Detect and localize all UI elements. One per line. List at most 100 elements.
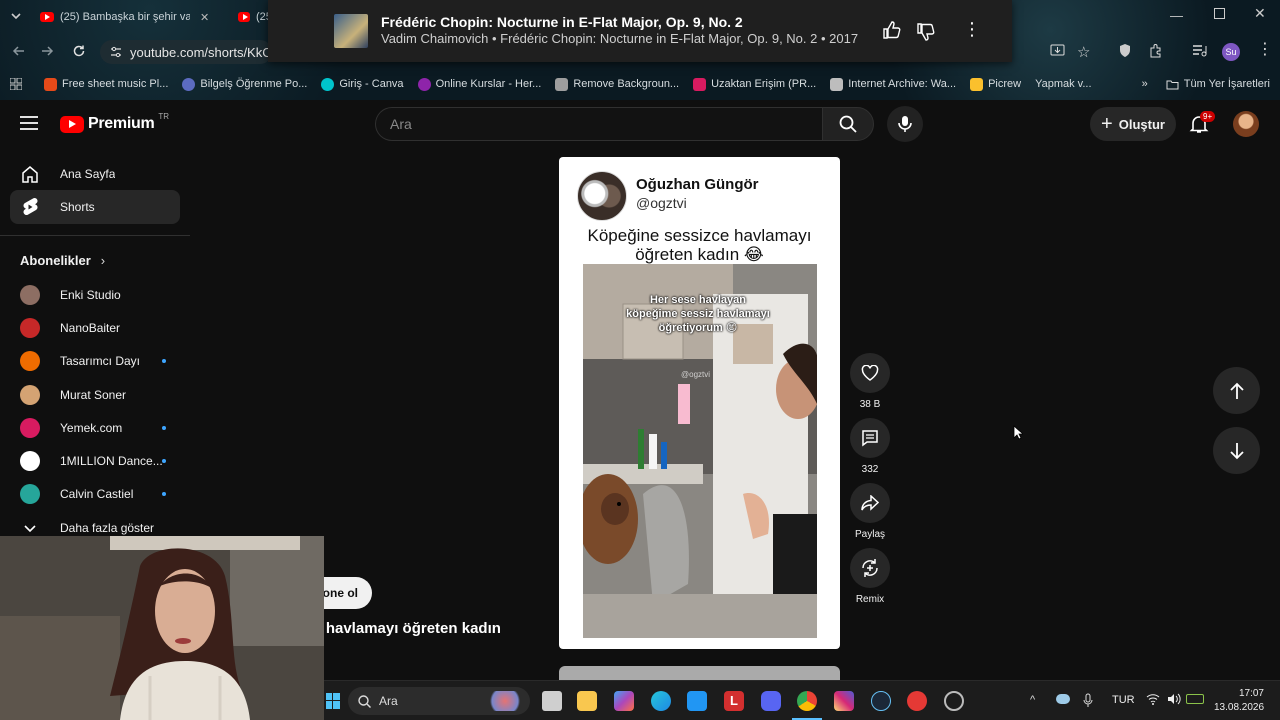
sidebar-item-shorts[interactable]: Shorts [10, 190, 180, 224]
site-info-icon[interactable] [110, 46, 122, 58]
windows-start-icon[interactable] [326, 693, 340, 709]
previous-short-button[interactable] [1213, 367, 1260, 414]
chevron-right-icon: › [100, 253, 106, 268]
microphone-icon[interactable] [1083, 693, 1093, 708]
discord-icon[interactable] [761, 691, 781, 711]
file-explorer-icon[interactable] [577, 691, 597, 711]
address-bar[interactable]: youtube.com/shorts/KkCk [100, 40, 272, 64]
microphone-icon [898, 116, 912, 132]
sidebar-item-home[interactable]: Ana Sayfa [10, 157, 180, 191]
sidebar-item-channel[interactable]: Murat Soner [10, 378, 180, 412]
sidebar-item-label: Yemek.com [60, 421, 123, 435]
browser-menu-icon[interactable]: ⋮ [1257, 42, 1273, 58]
hamburger-menu-icon[interactable] [20, 116, 38, 130]
tab-list-chevron-icon[interactable] [10, 10, 22, 22]
sidebar-item-label: 1MILLION Dance... [60, 454, 163, 468]
sidebar-item-channel[interactable]: Calvin Castiel [10, 477, 180, 511]
bookmark-star-icon[interactable]: ☆ [1077, 43, 1090, 61]
language-indicator[interactable]: TUR [1112, 694, 1135, 706]
show-more-label: Daha fazla göster [60, 521, 155, 535]
bookmark-item[interactable]: Picrew [970, 77, 1022, 91]
thumbs-up-icon[interactable] [882, 20, 902, 40]
bookmark-item[interactable]: Remove Backgroun... [555, 77, 679, 91]
remix-label: Remix [855, 594, 885, 605]
comments-button[interactable]: 332 [850, 418, 890, 475]
bookmark-item[interactable]: Online Kurslar - Her... [417, 77, 541, 91]
like-button[interactable]: 38 B [850, 353, 890, 410]
instagram-icon[interactable] [834, 691, 854, 711]
next-short-button[interactable] [1213, 427, 1260, 474]
steam-icon[interactable] [871, 691, 891, 711]
back-icon[interactable] [12, 44, 26, 58]
url-text: youtube.com/shorts/KkCk [130, 44, 272, 60]
bookmark-item[interactable]: Uzaktan Erişim (PR... [693, 77, 816, 91]
voice-search-button[interactable] [887, 106, 923, 142]
heart-icon [861, 365, 879, 381]
taskbar-search-input[interactable]: Ara [348, 687, 530, 715]
sidebar-item-channel[interactable]: Yemek.com [10, 411, 180, 445]
bookmark-item[interactable]: Yapmak v... [1035, 78, 1091, 90]
account-avatar[interactable] [1233, 111, 1259, 137]
webcam-overlay [0, 536, 324, 720]
apps-grid-icon[interactable] [10, 78, 22, 90]
bookmark-favicon-icon [693, 77, 707, 91]
battery-icon[interactable] [1186, 694, 1204, 704]
more-options-icon[interactable]: ⋮ [963, 19, 981, 40]
browser-tab[interactable]: (25) Bambaşka bir şehir vaar... ✕ [40, 6, 220, 28]
sidebar-item-channel[interactable]: Tasarımcı Dayı [10, 344, 180, 378]
youtube-logo[interactable]: Premium TR [60, 112, 169, 133]
app-l-icon[interactable]: L [724, 691, 744, 711]
remix-button[interactable]: Remix [850, 548, 890, 605]
media-controls-icon[interactable] [1192, 44, 1208, 58]
close-tab-icon[interactable]: ✕ [200, 11, 209, 24]
wifi-icon[interactable] [1146, 693, 1160, 705]
microsoft-store-icon[interactable] [687, 691, 707, 711]
comment-count: 332 [861, 464, 879, 475]
shield-extension-icon[interactable] [1118, 43, 1132, 58]
bookmark-label: Internet Archive: Wa... [848, 78, 957, 90]
all-bookmarks-folder[interactable]: Tüm Yer İşaretleri [1166, 78, 1270, 90]
thumbs-down-icon[interactable] [916, 22, 936, 42]
show-hidden-icons-icon[interactable]: ^ [1030, 694, 1035, 706]
bookmark-label: Picrew [988, 78, 1022, 90]
bookmark-favicon-icon [970, 77, 984, 91]
youtube-favicon-icon [40, 12, 54, 22]
bookmark-item[interactable]: Bilgelş Öğrenme Po... [182, 77, 307, 91]
sidebar-item-channel[interactable]: Enki Studio [10, 278, 180, 312]
remix-icon [862, 559, 878, 577]
sidebar-item-channel[interactable]: NanoBaiter [10, 311, 180, 345]
search-input[interactable]: Ara [375, 107, 823, 141]
profile-avatar[interactable]: Su [1222, 43, 1240, 61]
maximize-icon[interactable] [1214, 8, 1225, 19]
extensions-icon[interactable] [1148, 43, 1164, 59]
bookmark-item[interactable]: Giriş - Canva [321, 77, 404, 91]
sidebar-divider [0, 235, 190, 236]
onedrive-icon[interactable] [1056, 694, 1070, 704]
next-short-preview[interactable] [559, 666, 840, 680]
share-button[interactable]: Paylaş [850, 483, 890, 540]
task-view-icon[interactable] [542, 691, 562, 711]
chrome-icon[interactable] [797, 691, 817, 711]
forward-icon[interactable] [40, 44, 54, 58]
edge-browser-icon[interactable] [651, 691, 671, 711]
reload-icon[interactable] [72, 44, 86, 58]
copilot-icon[interactable] [614, 691, 634, 711]
search-button[interactable] [822, 107, 874, 141]
create-button[interactable]: + Oluştur [1090, 107, 1176, 141]
media-player-icon[interactable] [907, 691, 927, 711]
notifications-button[interactable]: 9+ [1189, 111, 1216, 134]
browser-tab[interactable]: (25 [238, 6, 268, 28]
bookmark-item[interactable]: Internet Archive: Wa... [830, 77, 957, 91]
close-window-icon[interactable]: ✕ [1254, 5, 1266, 22]
shorts-icon [23, 198, 38, 216]
bookmark-item[interactable]: Free sheet music Pl... [44, 77, 168, 91]
sidebar-item-channel[interactable]: 1MILLION Dance... [10, 444, 180, 478]
system-clock[interactable]: 17:07 13.08.2026 [1214, 687, 1264, 715]
subscriptions-header[interactable]: Abonelikler › [20, 253, 105, 268]
install-app-icon[interactable] [1050, 44, 1065, 58]
volume-icon[interactable] [1167, 693, 1181, 705]
minimize-icon[interactable]: — [1170, 8, 1183, 23]
short-video-player[interactable]: Oğuzhan Güngör @ogztvi Köpeğine sessizce… [559, 157, 840, 649]
openai-icon[interactable] [944, 691, 964, 711]
more-bookmarks-icon[interactable]: » [1142, 78, 1148, 90]
